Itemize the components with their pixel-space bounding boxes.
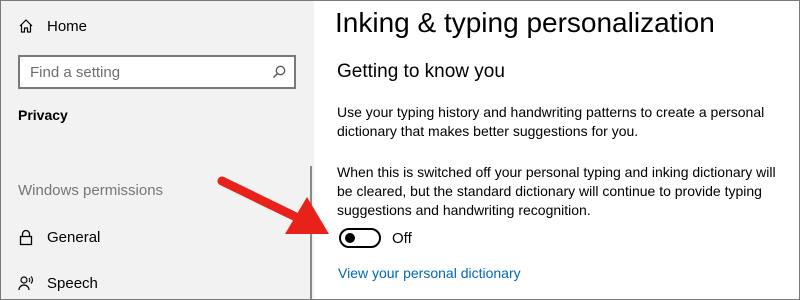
search-input[interactable] xyxy=(30,63,270,81)
sidebar-scrollbar[interactable] xyxy=(310,166,312,299)
page-title: Inking & typing personalization xyxy=(335,7,715,38)
toggle-state-label: Off xyxy=(392,229,412,247)
sidebar-item-label: Speech xyxy=(47,274,98,292)
personalization-toggle[interactable] xyxy=(339,228,381,248)
main-content: Inking & typing personalization Getting … xyxy=(314,1,799,299)
description-text: Use your typing history and handwriting … xyxy=(337,104,765,139)
sidebar-item-speech[interactable]: Speech xyxy=(18,272,98,294)
home-icon xyxy=(19,19,33,33)
search-box[interactable] xyxy=(18,55,296,89)
sidebar: Home Privacy Windows permissions General xyxy=(1,1,314,299)
speech-icon xyxy=(18,276,33,291)
home-label: Home xyxy=(47,17,88,35)
view-dictionary-link[interactable]: View your personal dictionary xyxy=(338,265,521,281)
toggle-knob xyxy=(345,233,355,243)
windows-permissions-header: Windows permissions xyxy=(18,182,164,199)
home-nav-item[interactable]: Home xyxy=(18,15,87,37)
settings-window: Home Privacy Windows permissions General xyxy=(0,0,800,300)
search-icon[interactable] xyxy=(271,64,287,80)
lock-icon xyxy=(19,229,33,245)
sidebar-item-label: General xyxy=(47,228,101,246)
personalization-toggle-row: Off xyxy=(339,228,412,248)
sidebar-section-privacy: Privacy xyxy=(18,107,68,123)
description-text-warning: When this is switched off your personal … xyxy=(337,164,776,218)
sidebar-item-general[interactable]: General xyxy=(18,226,100,248)
section-subtitle: Getting to know you xyxy=(337,61,505,82)
